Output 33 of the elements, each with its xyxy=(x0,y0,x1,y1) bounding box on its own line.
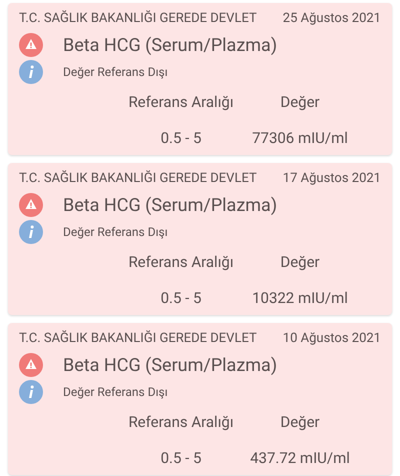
institution-name: T.C. SAĞLIK BAKANLIĞI GEREDE DEVLET xyxy=(19,169,257,188)
status-text: Değer Referans Dışı xyxy=(63,64,168,81)
result-card[interactable]: T.C. SAĞLIK BAKANLIĞI GEREDE DEVLET 17 Ağustos 2021 Beta HCG (Serum/Plazma) Değer Referans Dışı Referans Aralığı Değer 0.5 - 5 10322 mIU/ml xyxy=(8,163,392,315)
institution-name: T.C. SAĞLIK BAKANLIĞI GEREDE DEVLET xyxy=(19,9,257,28)
institution-name: T.C. SAĞLIK BAKANLIĞI GEREDE DEVLET xyxy=(19,329,257,348)
result-value: 437.72 mIU/ml xyxy=(249,448,351,469)
result-value: 10322 mIU/ml xyxy=(251,288,349,309)
info-icon xyxy=(19,220,43,244)
status-text: Değer Referans Dışı xyxy=(63,224,168,241)
info-icon xyxy=(19,380,43,404)
warning-icon xyxy=(19,193,43,217)
test-name: Beta HCG (Serum/Plazma) xyxy=(63,34,278,58)
result-value: 77306 mIU/ml xyxy=(251,128,349,149)
test-name: Beta HCG (Serum/Plazma) xyxy=(63,194,278,218)
value-heading: Değer xyxy=(279,92,321,113)
result-date: 10 Ağustos 2021 xyxy=(282,330,381,348)
result-card[interactable]: T.C. SAĞLIK BAKANLIĞI GEREDE DEVLET 10 Ağustos 2021 Beta HCG (Serum/Plazma) Değer Referans Dışı Referans Aralığı Değer 0.5 - 5 437.72 mIU/ml xyxy=(8,323,392,475)
result-date: 25 Ağustos 2021 xyxy=(282,10,381,28)
status-text: Değer Referans Dışı xyxy=(63,384,168,401)
value-heading: Değer xyxy=(279,412,321,433)
value-heading: Değer xyxy=(279,252,321,273)
reference-range: 0.5 - 5 xyxy=(160,128,202,149)
range-heading: Referans Aralığı xyxy=(127,412,235,433)
test-name: Beta HCG (Serum/Plazma) xyxy=(63,354,278,378)
reference-range: 0.5 - 5 xyxy=(160,288,202,309)
range-heading: Referans Aralığı xyxy=(127,252,235,273)
warning-icon xyxy=(19,353,43,377)
warning-icon xyxy=(19,33,43,57)
reference-range: 0.5 - 5 xyxy=(160,448,202,469)
result-card[interactable]: T.C. SAĞLIK BAKANLIĞI GEREDE DEVLET 25 Ağustos 2021 Beta HCG (Serum/Plazma) Değer Referans Dışı Referans Aralığı Değer 0.5 - 5 77306 mIU/ml xyxy=(8,3,392,155)
result-date: 17 Ağustos 2021 xyxy=(282,170,381,188)
range-heading: Referans Aralığı xyxy=(127,92,235,113)
info-icon xyxy=(19,60,43,84)
